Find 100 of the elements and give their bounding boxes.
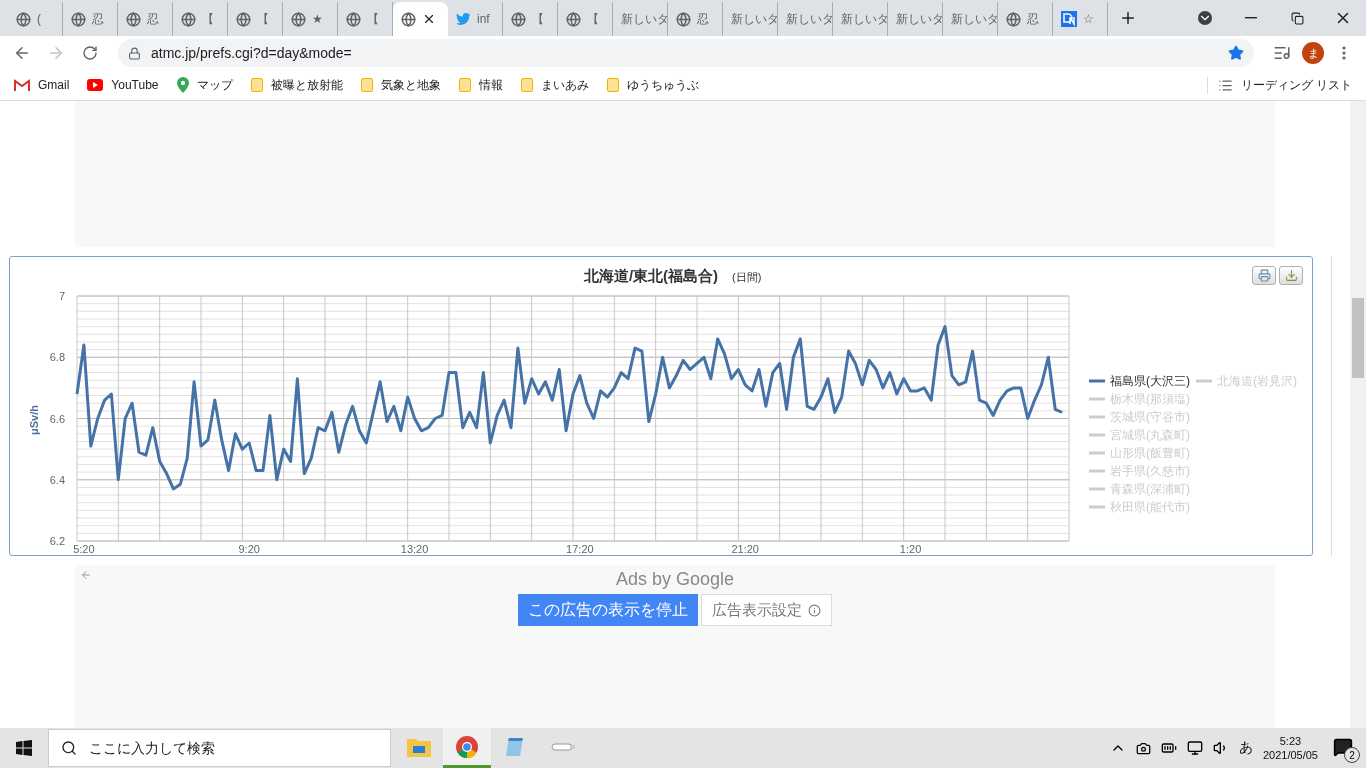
printer-icon	[1257, 269, 1271, 282]
minimize-icon	[1245, 17, 1257, 19]
tab-title: 新しいタ	[731, 10, 777, 28]
url-text: atmc.jp/prefs.cgi?d=day&mode=	[151, 45, 353, 61]
mail-icon	[14, 79, 30, 91]
tab-title: 【	[532, 10, 544, 28]
chevron-down-icon	[1198, 11, 1212, 25]
tab-title: 新しいタ	[786, 10, 832, 28]
globe-icon	[566, 11, 581, 27]
tick-label: 13:20	[400, 543, 429, 553]
globe-icon	[511, 11, 526, 27]
folder-icon	[360, 78, 373, 92]
folder-icon	[606, 78, 619, 92]
playlist-icon	[1273, 44, 1291, 62]
axis-label: μSv/h	[28, 405, 40, 435]
ad-settings-button[interactable]: 広告表示設定	[701, 594, 832, 626]
folder-icon	[407, 736, 431, 757]
notepad-icon	[504, 735, 526, 758]
play-icon	[87, 79, 104, 91]
legend-item[interactable]: 福島県(大沢三)	[1089, 374, 1190, 388]
globe-icon	[291, 11, 306, 27]
tab-title: 忍	[92, 10, 104, 28]
bookmark[interactable]: Gmail	[14, 78, 70, 92]
close-icon[interactable]	[422, 12, 436, 26]
folder-icon	[250, 78, 263, 92]
address-bar[interactable]: atmc.jp/prefs.cgi?d=day&mode=	[118, 39, 1254, 67]
tick-label: 9:20	[238, 543, 260, 553]
notification-count: 2	[1344, 747, 1360, 763]
reload-icon	[82, 45, 98, 61]
bookmark[interactable]: YouTube	[87, 78, 159, 92]
tab-title: 【	[257, 10, 269, 28]
clock-date: 2021/05/05	[1262, 749, 1318, 761]
taskbar-app[interactable]	[443, 728, 491, 768]
dn-logo-icon	[1061, 11, 1077, 27]
globe-icon	[1006, 11, 1021, 27]
legend-label: 福島県(大沢三)	[1110, 374, 1190, 388]
profile-avatar[interactable]: ま	[1302, 42, 1324, 64]
bookmark[interactable]: 情報	[458, 76, 503, 94]
tick-label: 7	[58, 290, 65, 302]
tab-title: 忍	[1027, 10, 1039, 28]
tab-title: 忍	[697, 10, 709, 28]
tab-title: 【	[367, 10, 379, 28]
reading-list-button[interactable]: リーディング リスト	[1206, 76, 1352, 94]
tab-title: 【	[587, 10, 599, 28]
ads-label: Ads by Google	[615, 569, 735, 590]
download-button[interactable]	[1279, 266, 1303, 285]
bookmark[interactable]: 気象と地象	[360, 76, 441, 94]
globe-icon	[181, 11, 196, 27]
map-pin-icon	[176, 77, 189, 93]
folder-icon	[520, 78, 533, 92]
bookmark[interactable]: 被曝と放射能	[250, 76, 343, 94]
chart-title: 北海道/東北(福島合)	[583, 267, 719, 284]
stop-ad-button[interactable]: この広告の表示を停止	[518, 594, 698, 626]
tick-label: 17:20	[566, 543, 594, 553]
windows-logo-icon	[16, 740, 32, 756]
globe-icon	[401, 11, 416, 27]
battery-icon[interactable]	[1160, 740, 1177, 756]
ime-indicator[interactable]: あ	[1238, 739, 1253, 757]
lock-icon	[128, 46, 141, 60]
search-icon	[61, 740, 77, 756]
scrollbar-thumb[interactable]	[1352, 298, 1364, 378]
tab-title: inf	[477, 12, 490, 26]
clock[interactable]: 5:23 2021/05/05	[1262, 735, 1318, 761]
tab-title: 【	[202, 10, 214, 28]
browser-tab[interactable]	[393, 2, 448, 36]
folder-icon	[458, 78, 471, 92]
globe-icon	[236, 11, 251, 27]
bookmark[interactable]: マップ	[176, 76, 233, 94]
tick-label: 6.8	[49, 351, 65, 364]
globe-icon	[346, 11, 361, 27]
globe-icon	[126, 11, 141, 27]
globe-icon	[71, 11, 86, 27]
tab-title: 新しいタ	[841, 10, 887, 28]
tick-label: 6.2	[49, 535, 65, 547]
tick-label: 6.6	[49, 412, 65, 425]
info-icon	[808, 603, 821, 617]
tab-title: 新しいタ	[621, 10, 667, 28]
tab-title: 忍	[147, 10, 159, 28]
globe-icon	[676, 11, 691, 27]
tick-label: 6.4	[49, 473, 65, 486]
bookmark[interactable]: ゆうちゅうぶ	[606, 76, 699, 94]
bird-icon	[456, 12, 471, 26]
search-box[interactable]: ここに入力して検索	[48, 729, 391, 767]
chart-subtitle: (日間)	[732, 271, 762, 283]
network-icon[interactable]	[1186, 740, 1203, 756]
usb-drive-icon	[550, 741, 576, 752]
search-field[interactable]: ここに入力して検索	[87, 739, 390, 757]
notification-button[interactable]: 2	[1328, 733, 1358, 763]
globe-icon	[16, 11, 31, 27]
tab-title: 新しいタ	[896, 10, 942, 28]
scrollbar[interactable]	[1350, 101, 1366, 728]
download-icon	[1284, 269, 1298, 282]
print-button[interactable]	[1252, 266, 1276, 285]
clock-time: 5:23	[1279, 735, 1302, 747]
star-icon[interactable]	[1228, 45, 1244, 61]
tab-title: ☆	[1083, 12, 1094, 26]
camera-icon[interactable]	[1135, 740, 1151, 756]
bookmark[interactable]: まいあみ	[520, 76, 589, 94]
list-icon	[1217, 77, 1233, 93]
tick-label: 21:20	[731, 543, 759, 553]
